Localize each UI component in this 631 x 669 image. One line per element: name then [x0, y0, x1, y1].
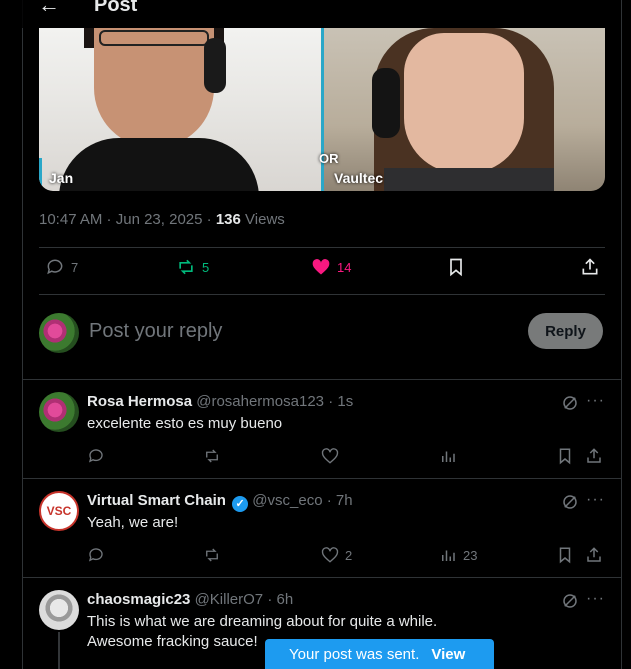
video-player[interactable]: Jan OR Vaultec: [39, 28, 605, 191]
divider: [39, 247, 605, 248]
heart-filled-icon: [312, 259, 330, 275]
author-name[interactable]: chaosmagic23: [87, 591, 190, 608]
more-icon[interactable]: ···: [586, 392, 605, 410]
video-left-pane: [39, 28, 322, 191]
reply-button[interactable]: 7: [45, 257, 78, 277]
views-count: 23: [463, 547, 478, 563]
post-date[interactable]: Jun 23, 2025: [116, 211, 203, 228]
verified-badge-icon: ✓: [232, 496, 249, 512]
post-time[interactable]: · 6h: [267, 591, 293, 608]
repost-button[interactable]: [203, 447, 221, 465]
bookmark-button[interactable]: [556, 546, 574, 564]
views-label: Views: [245, 211, 285, 228]
divider: [22, 379, 622, 380]
arrow-left-icon[interactable]: ←: [38, 0, 60, 18]
share-button[interactable]: [585, 546, 603, 564]
views-button[interactable]: [439, 447, 457, 465]
avatar[interactable]: [39, 313, 79, 353]
reply-input[interactable]: Post your reply: [89, 320, 222, 343]
video-right-pane: [324, 28, 605, 191]
header: ← Post: [22, 0, 618, 28]
repost-icon: [206, 449, 218, 463]
more-icon[interactable]: ···: [586, 491, 605, 509]
video-right-name: Vaultec: [334, 170, 384, 186]
post-time[interactable]: · 1s: [328, 393, 353, 410]
analytics-icon: [442, 451, 455, 462]
views-count: 136: [215, 211, 241, 228]
reply-text: excelente esto es muy bueno: [87, 415, 283, 432]
bookmark-button[interactable]: [556, 447, 574, 465]
repost-count: 5: [202, 259, 210, 275]
author-handle[interactable]: @vsc_eco: [252, 492, 322, 509]
avatar[interactable]: [39, 590, 79, 630]
like-button[interactable]: 14: [311, 257, 351, 277]
bookmark-icon: [559, 547, 571, 564]
post-actions: 7 5 14: [39, 257, 605, 285]
video-overlay-text: OR: [319, 151, 339, 166]
video-left-name: Jan: [49, 170, 74, 186]
grok-icon[interactable]: [561, 394, 579, 412]
toast-message: Your post was sent.: [289, 645, 420, 663]
reply-submit-button[interactable]: Reply: [528, 313, 603, 349]
divider: [22, 478, 622, 479]
repost-icon: [206, 548, 218, 562]
reply-button[interactable]: [87, 447, 105, 465]
reply-composer: Post your reply Reply: [39, 311, 605, 355]
like-count: 14: [337, 259, 352, 275]
repost-button[interactable]: [203, 546, 221, 564]
share-button[interactable]: [585, 447, 603, 465]
like-button[interactable]: [321, 447, 339, 465]
avatar[interactable]: VSC: [39, 491, 79, 531]
repost-icon: [179, 259, 193, 275]
share-button[interactable]: [580, 257, 600, 277]
bookmark-icon: [450, 258, 462, 277]
reply-icon: [47, 259, 63, 275]
reply-icon: [88, 548, 103, 562]
more-icon[interactable]: ···: [586, 590, 605, 608]
author-handle[interactable]: @KillerO7: [195, 591, 264, 608]
grok-icon[interactable]: [561, 592, 579, 610]
toast-notification: Your post was sent. View: [265, 639, 494, 669]
post-time[interactable]: 10:47 AM: [39, 211, 102, 228]
like-button[interactable]: 2: [321, 546, 352, 564]
reply-count: 7: [71, 259, 79, 275]
divider: [39, 294, 605, 295]
author-name[interactable]: Virtual Smart Chain: [87, 492, 226, 509]
analytics-icon: [442, 550, 455, 561]
reply-icon: [88, 449, 103, 463]
grok-icon[interactable]: [561, 493, 579, 511]
divider: [22, 577, 622, 578]
share-icon: [587, 448, 601, 463]
page-title: Post: [94, 0, 138, 16]
toast-view-link[interactable]: View: [431, 646, 465, 663]
bookmark-icon: [559, 448, 571, 465]
post-time[interactable]: · 7h: [327, 492, 353, 509]
avatar-text: VSC: [46, 504, 72, 518]
reply-actions: 2 23: [87, 546, 607, 566]
thread-line: [58, 632, 60, 669]
heart-icon: [321, 547, 339, 563]
reply-text: Yeah, we are!: [87, 514, 179, 531]
repost-button[interactable]: 5: [176, 257, 209, 277]
like-count: 2: [345, 547, 353, 563]
avatar[interactable]: [39, 392, 79, 432]
author-name[interactable]: Rosa Hermosa: [87, 393, 192, 410]
share-icon: [587, 547, 601, 562]
reply-button[interactable]: [87, 546, 105, 564]
views-button[interactable]: 23: [439, 546, 477, 564]
author-handle[interactable]: @rosahermosa123: [196, 393, 324, 410]
reply-actions: [87, 447, 607, 467]
bookmark-button[interactable]: [446, 257, 466, 277]
heart-icon: [321, 448, 339, 464]
post-meta: 10:47 AM · Jun 23, 2025 · 136 Views: [39, 211, 285, 228]
share-icon: [582, 258, 598, 275]
